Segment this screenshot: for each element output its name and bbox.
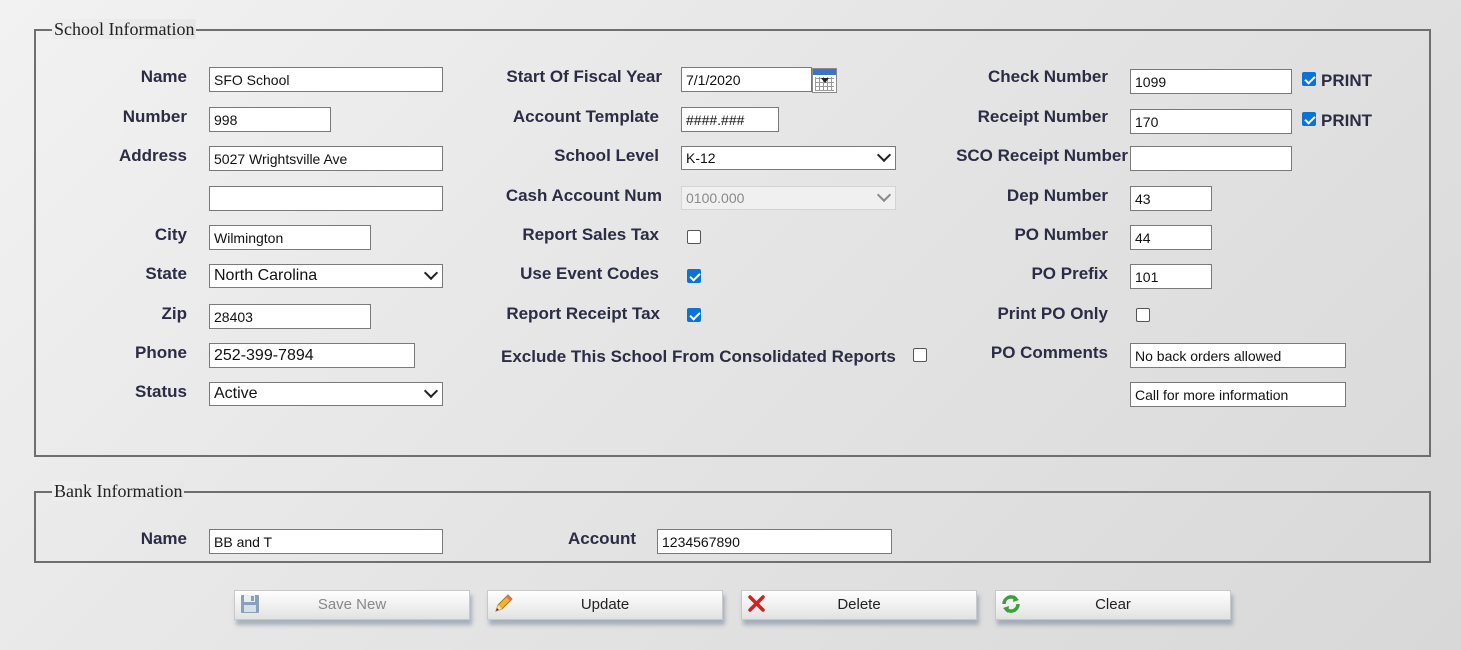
bank-account-label: Account (568, 529, 636, 548)
use-event-codes-label: Use Event Codes (520, 264, 659, 283)
bank-account-input[interactable] (657, 529, 892, 554)
check-number-input[interactable] (1130, 69, 1292, 94)
state-select-value: North Carolina (214, 267, 318, 284)
report-receipt-tax-label: Report Receipt Tax (506, 304, 660, 323)
dep-number-input[interactable] (1130, 186, 1212, 211)
phone-input[interactable] (209, 343, 415, 368)
cash-account-select: 0100.000 (681, 186, 896, 210)
phone-label: Phone (135, 343, 187, 362)
school-number-label: Number (122, 107, 187, 126)
status-select-value: Active (214, 385, 258, 402)
update-button-label: Update (580, 596, 630, 613)
receipt-number-print-label: PRINT (1321, 111, 1372, 130)
state-label: State (145, 264, 187, 283)
bank-name-label: Name (140, 529, 187, 548)
po-prefix-input[interactable] (1130, 264, 1212, 289)
zip-label: Zip (161, 304, 188, 323)
calendar-icon[interactable] (812, 68, 837, 93)
exclude-consolidated-checkbox[interactable] (913, 348, 927, 362)
check-number-print-label: PRINT (1321, 71, 1372, 90)
exclude-consolidated-label: Exclude This School From Consolidated Re… (501, 347, 896, 366)
city-input[interactable] (209, 225, 371, 250)
chevron-down-icon (876, 147, 892, 163)
print-po-only-checkbox[interactable] (1136, 308, 1150, 322)
school-level-select-value: K-12 (686, 150, 716, 166)
save-new-button-label: Save New (317, 596, 387, 613)
po-comments-line1-input[interactable] (1130, 343, 1346, 368)
print-po-only-label: Print PO Only (997, 304, 1108, 323)
school-name-input[interactable] (209, 67, 443, 92)
school-number-input[interactable] (209, 107, 331, 132)
account-template-label: Account Template (512, 107, 659, 126)
state-select[interactable]: North Carolina (209, 264, 443, 288)
school-level-select[interactable]: K-12 (681, 146, 896, 170)
status-select[interactable]: Active (209, 382, 443, 406)
refresh-icon (1002, 595, 1020, 613)
address-line2-input[interactable] (209, 186, 443, 211)
fiscal-year-input[interactable] (681, 67, 812, 92)
dep-number-label: Dep Number (1006, 186, 1108, 205)
school-information-legend: School Information (52, 19, 197, 39)
save-new-button[interactable]: Save New (234, 590, 470, 620)
po-comments-line2-input[interactable] (1130, 382, 1346, 407)
update-button[interactable]: Update (487, 590, 723, 620)
bank-information-legend: Bank Information (52, 481, 185, 501)
clear-button-label: Clear (1095, 596, 1131, 613)
delete-button-label: Delete (837, 596, 881, 613)
status-label: Status (135, 382, 187, 401)
account-template-input[interactable] (681, 107, 779, 132)
fiscal-year-label: Start Of Fiscal Year (506, 67, 662, 86)
address-line1-input[interactable] (209, 146, 443, 171)
receipt-number-print-checkbox[interactable] (1302, 112, 1316, 126)
sco-receipt-number-input[interactable] (1130, 146, 1292, 171)
bank-name-input[interactable] (209, 529, 443, 554)
school-level-label: School Level (554, 146, 659, 165)
chevron-down-icon (423, 383, 439, 399)
sco-receipt-number-label: SCO Receipt Number (956, 146, 1128, 165)
report-sales-tax-label: Report Sales Tax (522, 225, 659, 244)
pencil-icon (495, 594, 513, 612)
red-x-icon (748, 595, 765, 612)
cash-account-label: Cash Account Num (505, 186, 662, 205)
chevron-down-icon (423, 265, 439, 281)
clear-button[interactable]: Clear (995, 590, 1231, 620)
check-number-print-checkbox[interactable] (1302, 72, 1316, 86)
floppy-disk-icon (241, 595, 259, 613)
report-receipt-tax-checkbox[interactable] (687, 308, 701, 322)
po-number-label: PO Number (1014, 225, 1108, 244)
report-sales-tax-checkbox[interactable] (687, 230, 701, 244)
use-event-codes-checkbox[interactable] (687, 269, 701, 283)
check-number-label: Check Number (988, 67, 1108, 86)
chevron-down-icon (876, 187, 892, 203)
address-label: Address (118, 146, 187, 165)
po-comments-label: PO Comments (990, 343, 1108, 362)
receipt-number-input[interactable] (1130, 109, 1292, 134)
po-number-input[interactable] (1130, 225, 1212, 250)
cash-account-select-value: 0100.000 (686, 190, 745, 206)
receipt-number-label: Receipt Number (977, 107, 1108, 126)
school-name-label: Name (140, 67, 187, 86)
city-label: City (154, 225, 187, 244)
delete-button[interactable]: Delete (741, 590, 977, 620)
po-prefix-label: PO Prefix (1031, 264, 1108, 283)
zip-input[interactable] (209, 304, 371, 329)
